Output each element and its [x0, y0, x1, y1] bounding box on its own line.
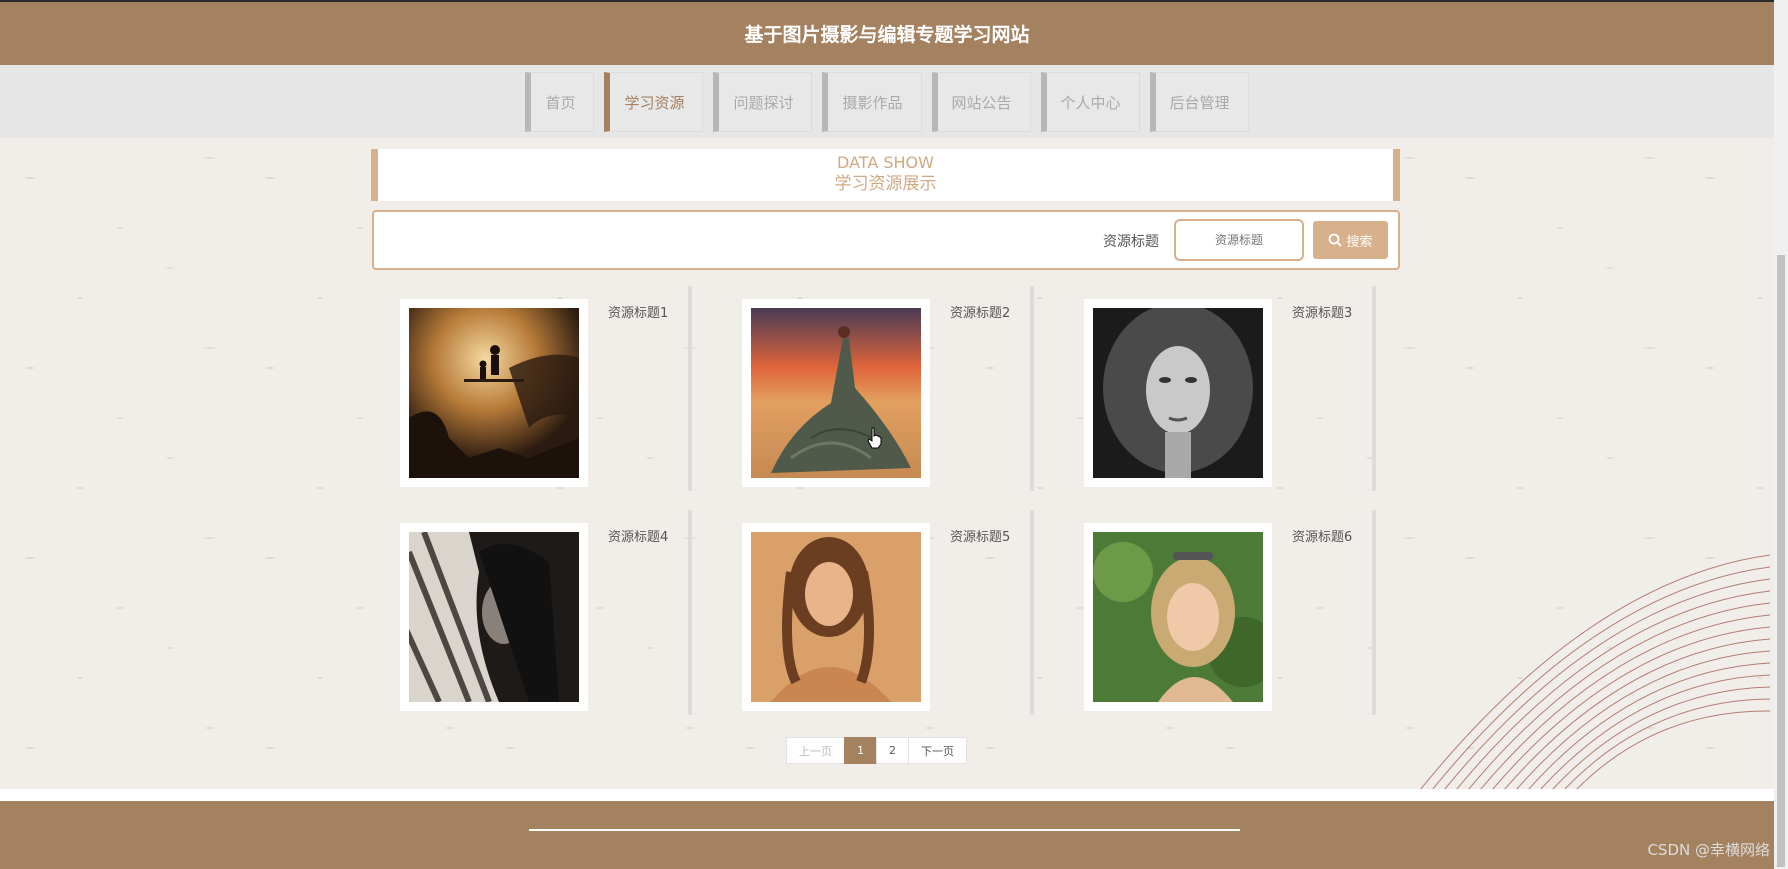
nav-item-learning-resources[interactable]: 学习资源	[604, 72, 704, 132]
resource-card[interactable]: 资源标题1	[372, 286, 692, 491]
resource-image-frame[interactable]	[742, 523, 930, 711]
resource-card[interactable]: 资源标题2	[714, 286, 1034, 491]
page-scrollbar[interactable]	[1774, 0, 1788, 869]
nav-item-home[interactable]: 首页	[525, 72, 595, 132]
nav-item-photo-works[interactable]: 摄影作品	[822, 72, 922, 132]
search-button[interactable]: 搜索	[1313, 221, 1388, 259]
resource-image[interactable]	[751, 532, 921, 702]
resource-title[interactable]: 资源标题4	[608, 526, 668, 545]
nav-item-discussion[interactable]: 问题探讨	[713, 72, 813, 132]
scrollbar-thumb[interactable]	[1777, 255, 1785, 867]
resource-image-frame[interactable]	[400, 299, 588, 487]
footer-divider	[529, 829, 1240, 831]
prev-page-button[interactable]: 上一页	[786, 737, 845, 764]
section-title-en: DATA SHOW	[837, 153, 934, 172]
main-nav: 首页 学习资源 问题探讨 摄影作品 网站公告 个人中心 后台管理	[0, 65, 1774, 138]
resource-title[interactable]: 资源标题2	[950, 302, 1010, 321]
resource-image[interactable]	[1093, 303, 1263, 478]
pagination: 上一页 1 2 下一页	[786, 737, 967, 764]
resource-card[interactable]: 资源标题6	[1056, 510, 1376, 715]
section-heading: DATA SHOW 学习资源展示	[371, 149, 1400, 201]
resource-title[interactable]: 资源标题5	[950, 526, 1010, 545]
section-title-cn: 学习资源展示	[834, 174, 937, 194]
resource-title[interactable]: 资源标题1	[608, 302, 668, 321]
site-footer	[0, 801, 1774, 869]
nav-item-announcements[interactable]: 网站公告	[931, 72, 1031, 132]
resource-card[interactable]: 资源标题5	[714, 510, 1034, 715]
resource-image[interactable]	[386, 530, 579, 704]
watermark: CSDN @幸横网络	[1647, 841, 1770, 859]
next-page-button[interactable]: 下一页	[908, 737, 967, 764]
resource-image[interactable]	[751, 308, 921, 478]
site-header: 基于图片摄影与编辑专题学习网站	[0, 0, 1774, 65]
resource-image[interactable]	[409, 308, 579, 478]
resource-image-frame[interactable]	[1084, 299, 1272, 487]
page-button-1[interactable]: 1	[844, 737, 877, 764]
decorative-arcs	[1419, 554, 1770, 790]
resource-card[interactable]: 资源标题3	[1056, 286, 1376, 491]
nav-item-admin[interactable]: 后台管理	[1149, 72, 1249, 132]
resource-image-frame[interactable]	[386, 523, 588, 711]
site-title: 基于图片摄影与编辑专题学习网站	[744, 24, 1030, 46]
hand-cursor-icon	[867, 427, 882, 449]
nav-item-personal-center[interactable]: 个人中心	[1040, 72, 1140, 132]
resource-image-frame[interactable]	[1084, 523, 1278, 711]
search-input[interactable]	[1174, 219, 1304, 261]
search-button-label: 搜索	[1346, 233, 1373, 249]
resource-image[interactable]	[1093, 532, 1278, 702]
search-icon	[1329, 233, 1343, 247]
resource-image-frame[interactable]	[742, 299, 930, 487]
search-label: 资源标题	[1103, 234, 1159, 250]
footer-spacer	[0, 789, 1774, 801]
resource-title[interactable]: 资源标题3	[1292, 302, 1352, 321]
page-button-2[interactable]: 2	[876, 737, 909, 764]
resource-card[interactable]: 资源标题4	[372, 510, 692, 715]
resource-title[interactable]: 资源标题6	[1292, 526, 1352, 545]
